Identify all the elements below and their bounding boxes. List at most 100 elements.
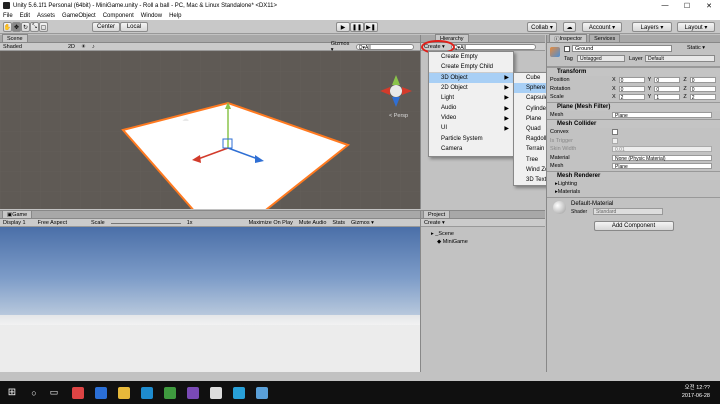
rect-tool-icon[interactable]: ▢ xyxy=(39,22,48,32)
pivot-local-button[interactable]: Local xyxy=(120,22,148,32)
scale-tool-icon[interactable]: ⤡ xyxy=(30,22,39,32)
hand-tool-icon[interactable]: ✋ xyxy=(3,22,12,32)
ie-icon[interactable] xyxy=(141,386,153,399)
shading-dropdown[interactable]: Shaded xyxy=(3,44,22,50)
tag-dropdown[interactable]: Untagged xyxy=(577,55,625,62)
account-button[interactable]: Account ▾ xyxy=(582,22,622,32)
object-name-field[interactable]: Ground xyxy=(572,45,672,52)
menu-item-camera[interactable]: Camera xyxy=(429,144,513,154)
maximize-on-play-toggle[interactable]: Maximize On Play xyxy=(249,220,293,226)
collab-button[interactable]: Collab ▾ xyxy=(527,22,557,32)
camera-icon[interactable]: ☁ xyxy=(182,116,189,123)
step-button[interactable]: ▶❚ xyxy=(364,22,378,32)
clock[interactable]: 오전 12:?? 2017-06-28 xyxy=(682,384,710,400)
menu-edit[interactable]: Edit xyxy=(20,13,30,19)
lighting-row[interactable]: ▸ Lighting xyxy=(547,180,720,189)
menu-item-create-empty-child[interactable]: Create Empty Child xyxy=(429,62,513,72)
taskbar-app-icon-2[interactable] xyxy=(233,386,245,399)
layout-button[interactable]: Layout ▾ xyxy=(677,22,715,32)
tab-services[interactable]: Services xyxy=(589,34,621,42)
convex-checkbox[interactable] xyxy=(612,129,618,136)
display-dropdown[interactable]: Display 1 xyxy=(3,220,26,226)
game-viewport[interactable] xyxy=(0,227,420,372)
menu-item-ui[interactable]: UI ▶ xyxy=(429,123,513,133)
project-item-scene-folder[interactable]: ▸ _Scene xyxy=(431,230,545,238)
mesh-collider-section[interactable]: Mesh Collider xyxy=(547,119,720,128)
pause-button[interactable]: ❚❚ xyxy=(350,22,364,32)
light-toggle-icon[interactable]: ☀ xyxy=(81,44,86,50)
menu-help[interactable]: Help xyxy=(169,13,181,19)
menu-item-video[interactable]: Video ▶ xyxy=(429,113,513,123)
taskbar-app-icon[interactable] xyxy=(72,386,84,399)
menu-assets[interactable]: Assets xyxy=(37,13,55,19)
edge-icon[interactable] xyxy=(95,386,107,399)
project-item-scene-file[interactable]: ◆ MiniGame xyxy=(431,238,545,246)
project-create-button[interactable]: Create ▾ xyxy=(424,220,445,226)
stats-toggle[interactable]: Stats xyxy=(332,220,345,226)
add-component-button[interactable]: Add Component xyxy=(593,220,674,231)
cloud-button[interactable]: ☁ xyxy=(563,22,576,32)
play-button[interactable]: ▶ xyxy=(336,22,350,32)
aspect-dropdown[interactable]: Free Aspect xyxy=(38,220,67,226)
task-view-icon[interactable]: ▭ xyxy=(44,387,64,398)
layers-button[interactable]: Layers ▾ xyxy=(632,22,672,32)
minimize-button[interactable]: — xyxy=(654,0,676,11)
menu-item-3d-object[interactable]: 3D Object ▶ xyxy=(429,72,513,83)
materials-row[interactable]: ▸ Materials xyxy=(547,188,720,197)
position-z-field[interactable]: 0 xyxy=(689,77,716,84)
menu-item-2d-object[interactable]: 2D Object ▶ xyxy=(429,83,513,93)
2d-toggle[interactable]: 2D xyxy=(68,44,75,50)
rotation-z-field[interactable]: 0 xyxy=(689,85,716,93)
taskbar-app-icon-3[interactable] xyxy=(256,386,268,399)
move-tool-icon[interactable]: ✥ xyxy=(12,22,21,32)
unity-taskbar-icon[interactable] xyxy=(210,386,222,399)
store-icon[interactable] xyxy=(164,386,176,399)
mesh-filter-section[interactable]: Plane (Mesh Filter) xyxy=(547,101,720,111)
tab-scene[interactable]: Scene xyxy=(2,34,28,42)
windows-start-icon[interactable]: ⊞ xyxy=(0,381,24,404)
mesh-renderer-section[interactable]: Mesh Renderer xyxy=(547,170,720,180)
layer-dropdown[interactable]: Default xyxy=(645,55,715,62)
scale-x-field[interactable]: 2 xyxy=(618,94,645,101)
search-icon[interactable]: ○ xyxy=(24,388,44,398)
close-button[interactable]: ✕ xyxy=(698,0,720,11)
tab-game[interactable]: ▣ Game xyxy=(2,210,33,218)
static-toggle[interactable]: Static ▾ xyxy=(687,45,705,51)
menu-gameobject[interactable]: GameObject xyxy=(62,13,96,19)
mute-audio-toggle[interactable]: Mute Audio xyxy=(299,220,327,226)
audio-toggle-icon[interactable]: ♪ xyxy=(92,44,95,50)
menu-item-light[interactable]: Light ▶ xyxy=(429,93,513,103)
tab-inspector[interactable]: ⓘ Inspector xyxy=(549,34,588,43)
rotate-tool-icon[interactable]: ↻ xyxy=(21,22,30,32)
menu-component[interactable]: Component xyxy=(103,13,134,19)
menu-item-create-empty[interactable]: Create Empty xyxy=(429,52,513,62)
menu-item-audio[interactable]: Audio ▶ xyxy=(429,103,513,113)
tab-project[interactable]: Project xyxy=(423,210,451,218)
pivot-center-button[interactable]: Center xyxy=(92,22,120,32)
menu-item-particle-system[interactable]: Particle System xyxy=(429,134,513,144)
hierarchy-search-input[interactable]: Q▾All xyxy=(450,43,536,51)
rotation-y-field[interactable]: 0 xyxy=(654,85,681,93)
mesh-field[interactable]: Plane xyxy=(612,111,712,119)
scale-y-field[interactable]: 1 xyxy=(654,94,681,101)
shader-dropdown[interactable]: Standard xyxy=(593,207,663,215)
position-y-field[interactable]: 0 xyxy=(654,77,681,84)
position-x-field[interactable]: 0 xyxy=(618,77,645,84)
collider-mesh-field[interactable]: Plane xyxy=(612,163,712,170)
game-gizmos-dropdown[interactable]: Gizmos ▾ xyxy=(351,220,374,226)
scene-search-input[interactable]: Q▾All xyxy=(355,43,414,51)
scale-slider[interactable] xyxy=(110,222,181,224)
scene-viewport[interactable]: < Persp ☁ xyxy=(0,51,420,209)
active-checkbox[interactable] xyxy=(564,46,570,52)
file-explorer-icon[interactable] xyxy=(118,386,130,399)
scene-gizmos-dropdown[interactable]: Gizmos ▾ xyxy=(331,41,350,53)
menu-window[interactable]: Window xyxy=(141,13,162,19)
is-trigger-checkbox[interactable] xyxy=(612,137,618,144)
rotation-x-field[interactable]: 0 xyxy=(618,85,645,93)
menu-file[interactable]: File xyxy=(3,13,13,19)
skin-width-field[interactable]: 0.01 xyxy=(612,146,712,153)
scale-z-field[interactable]: 2 xyxy=(689,94,716,101)
material-field[interactable]: None (Physic Material) xyxy=(612,154,712,162)
visual-studio-icon[interactable] xyxy=(187,386,199,399)
maximize-button[interactable]: ☐ xyxy=(676,0,698,11)
